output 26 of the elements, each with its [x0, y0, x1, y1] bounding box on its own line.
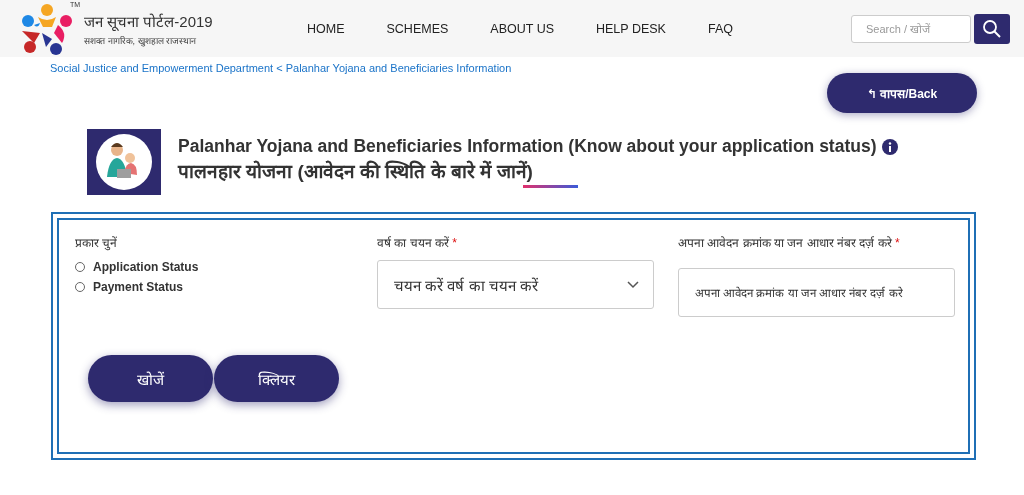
form-button[interactable]: खोजें — [88, 355, 213, 402]
field-label: वर्ष का चयन करें * — [377, 235, 459, 251]
parent-child-drawing — [95, 133, 153, 191]
portal-title: जन सूचना पोर्टल-2019 — [84, 11, 213, 31]
radio-option[interactable]: Application Status — [75, 260, 199, 274]
year-select[interactable]: चयन करें वर्ष का चयन करें — [377, 260, 654, 309]
portal-tagline: सशक्त नागरिक, खुशहाल राजस्थान — [84, 34, 197, 47]
nav-link[interactable]: ABOUT US — [469, 21, 575, 36]
nav-link[interactable]: FAQ — [686, 21, 754, 36]
search-field[interactable]: Search / खोजें — [851, 14, 971, 43]
nav-link[interactable]: HELP DESK — [575, 21, 687, 36]
breadcrumb[interactable]: Social Justice and Empowerment Department < Palanhar Yojana and Beneficiaries Information — [50, 62, 512, 113]
field-label: प्रकार चुनें — [75, 235, 119, 251]
info-icon[interactable] — [881, 138, 898, 155]
back-button[interactable]: ↰ वापस/Back — [827, 73, 977, 113]
chevron-down-icon — [627, 280, 639, 289]
application-number-field[interactable]: अपना आवेदन क्रमांक या जन आधार नंबर दर्ज़ करे — [678, 268, 955, 317]
field-label: अपना आवेदन क्रमांक या जन आधार नंबर दर्ज़ करे * — [678, 235, 901, 251]
title-hindi: पालनहार योजना (आवेदन की स्थिति के बारे में जानें) — [178, 159, 534, 184]
search-icon — [982, 18, 1002, 39]
nav-link[interactable]: HOME — [286, 21, 366, 36]
search-button[interactable] — [974, 13, 1010, 44]
nav-link[interactable]: SCHEMES — [365, 21, 470, 36]
title-english: Palanhar Yojana and Beneficiaries Information (Know about your application status) — [178, 136, 877, 157]
form-button[interactable]: क्लियर — [214, 355, 339, 402]
radio-option[interactable]: Payment Status — [75, 280, 184, 294]
